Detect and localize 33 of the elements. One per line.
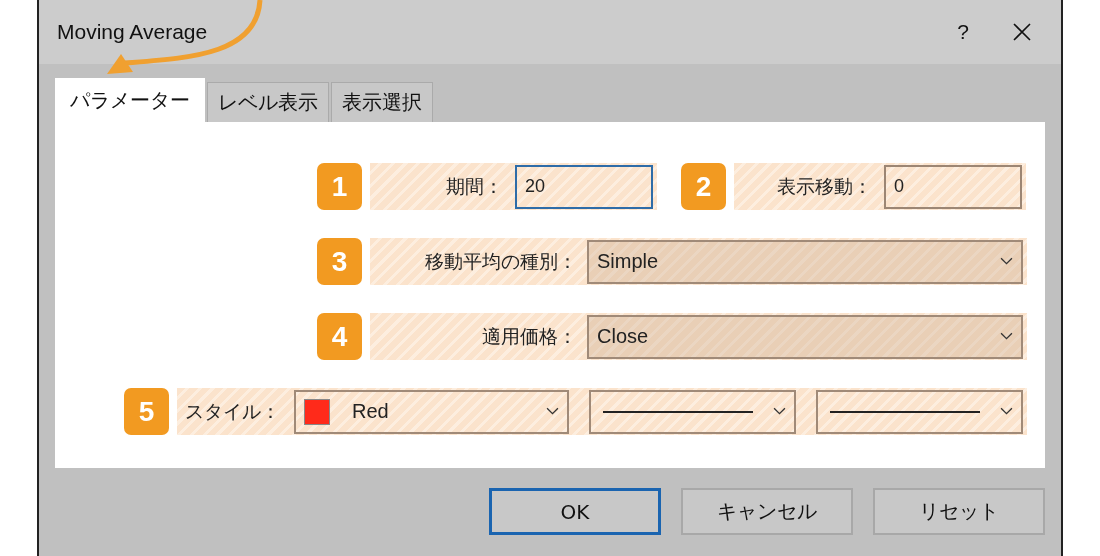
dialog-button[interactable]: OK: [489, 488, 661, 535]
dropdown[interactable]: Simple: [587, 239, 1023, 284]
window-title: Moving Average: [57, 20, 208, 44]
field-label: 適用価格：: [482, 323, 577, 349]
field-label: 表示移動：: [777, 173, 872, 199]
chevron-down-icon: [1000, 407, 1013, 416]
field-label: 移動平均の種別：: [425, 248, 577, 274]
chevron-down-icon: [546, 407, 560, 416]
number-badge: 1: [317, 163, 362, 210]
chevron-down-icon: [1000, 257, 1013, 266]
line-style-icon: [830, 410, 981, 413]
number-badge: 4: [317, 313, 362, 360]
close-button[interactable]: [1011, 21, 1033, 43]
dialog-button[interactable]: リセット: [873, 488, 1045, 535]
dropdown[interactable]: [589, 389, 797, 434]
number-badge: 3: [317, 238, 362, 285]
chevron-down-icon: [773, 407, 787, 416]
field-label: 期間：: [446, 173, 503, 199]
dialog-button[interactable]: キャンセル: [681, 488, 853, 535]
tab[interactable]: レベル表示: [207, 82, 329, 122]
dropdown[interactable]: [816, 389, 1023, 434]
line-style-icon: [603, 410, 754, 413]
input-field[interactable]: 0: [884, 164, 1022, 209]
chevron-down-icon: [1000, 332, 1013, 341]
number-badge: 2: [681, 163, 726, 210]
input-field[interactable]: 20: [515, 164, 653, 209]
field-label: スタイル：: [185, 398, 280, 424]
tab[interactable]: 表示選択: [331, 82, 433, 122]
dropdown[interactable]: Red: [294, 389, 570, 434]
tab[interactable]: パラメーター: [55, 78, 205, 122]
help-button[interactable]: ?: [957, 20, 969, 44]
number-badge: 5: [124, 388, 169, 435]
dropdown[interactable]: Close: [587, 314, 1023, 359]
